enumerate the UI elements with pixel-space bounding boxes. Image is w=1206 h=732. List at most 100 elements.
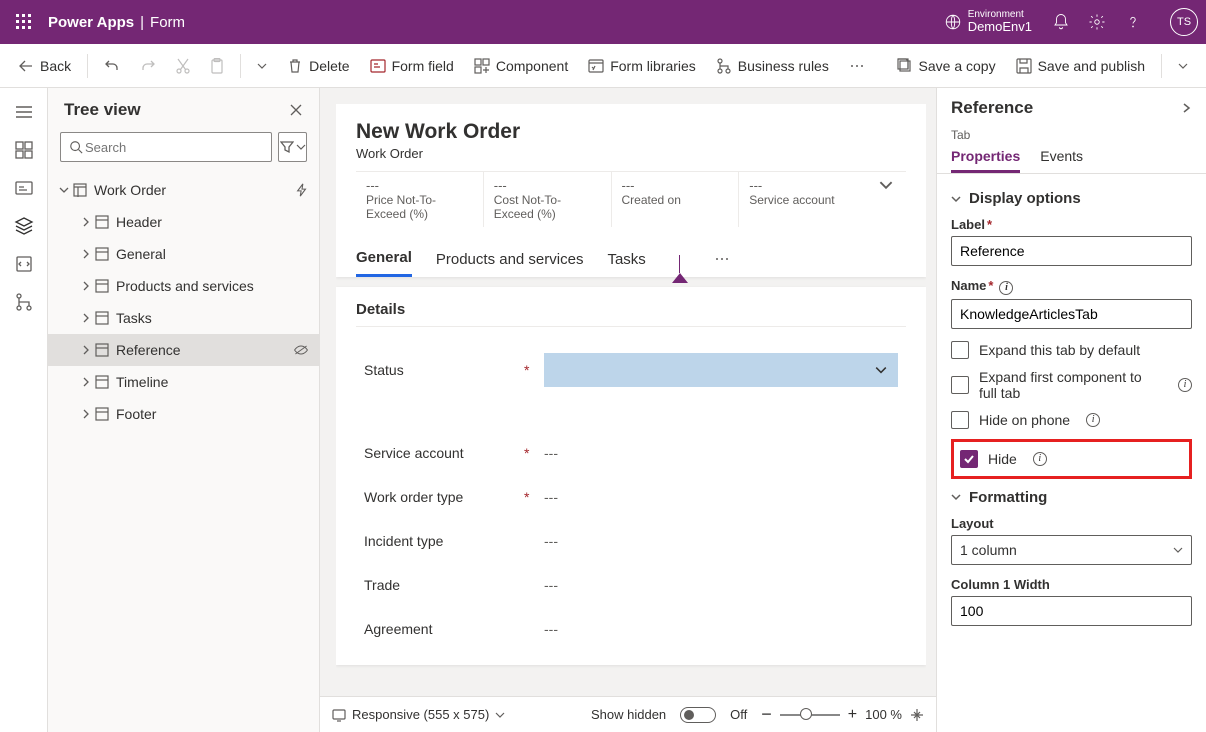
summary-cell[interactable]: ---Service account [738,172,866,227]
props-title: Reference [951,98,1033,118]
component-label: Component [496,58,568,74]
hide-checkbox[interactable]: Hidei [960,450,1183,468]
group-formatting[interactable]: Formatting [951,489,1192,506]
col-width-input[interactable] [951,596,1192,626]
info-icon[interactable]: i [1178,378,1192,392]
zoom-out-button[interactable]: − [761,704,772,725]
field-service-account[interactable]: Service account*--- [356,431,906,475]
save-copy-label: Save a copy [919,58,996,74]
canvas-tab-tasks[interactable]: Tasks [607,243,645,276]
paste-button[interactable] [202,54,232,78]
expand-full-checkbox[interactable]: Expand first component to full tabi [951,369,1192,401]
collapse-props-icon[interactable] [1180,102,1192,114]
tree-item-reference[interactable]: Reference [48,334,319,366]
tree-item-products-and-services[interactable]: Products and services [48,270,319,302]
responsive-dropdown[interactable]: Responsive (555 x 575) [332,707,505,722]
canvas-tab-general[interactable]: General [356,241,412,277]
help-icon[interactable] [1124,13,1142,31]
tree-item-label: Footer [116,406,156,422]
info-icon[interactable]: i [999,281,1013,295]
save-publish-button[interactable]: Save and publish [1008,54,1153,78]
filter-button[interactable] [278,132,307,162]
tree-item-tasks[interactable]: Tasks [48,302,319,334]
group-display-options[interactable]: Display options [951,190,1192,207]
rules-nav-icon[interactable] [14,292,34,312]
component-button[interactable]: Component [466,54,576,78]
section-icon [95,375,109,389]
settings-icon[interactable] [1088,13,1106,31]
environment-picker[interactable]: Environment DemoEnv1 [944,9,1032,34]
name-input[interactable] [951,299,1192,329]
tree-nav-icon[interactable] [14,216,34,236]
tree-item-label: Timeline [116,374,168,390]
hamburger-icon[interactable] [14,102,34,122]
expand-header-icon[interactable] [866,172,906,227]
overflow-1[interactable] [249,57,275,75]
chevron-down-icon [951,492,961,502]
delete-button[interactable]: Delete [279,54,357,78]
info-icon[interactable]: i [1033,452,1047,466]
section-icon [95,215,109,229]
form-field-nav-icon[interactable] [14,178,34,198]
chevron-down-icon [951,194,961,204]
section-title[interactable]: Details [356,301,906,327]
tree-item-footer[interactable]: Footer [48,398,319,430]
tree-root[interactable]: Work Order [48,174,319,206]
hide-phone-checkbox[interactable]: Hide on phonei [951,411,1192,429]
back-label: Back [40,58,71,74]
info-icon[interactable]: i [1086,413,1100,427]
field-trade[interactable]: Trade--- [356,563,906,607]
search-input[interactable] [60,132,272,162]
rules-label: Business rules [738,58,829,74]
components-nav-icon[interactable] [14,140,34,160]
fit-icon[interactable] [910,708,924,722]
more-tabs-button[interactable] [714,251,730,267]
form-icon [73,183,87,197]
tree-body: Work Order HeaderGeneral Products and ser… [48,170,319,732]
save-copy-button[interactable]: Save a copy [889,54,1004,78]
form-field-label: Form field [392,58,454,74]
search-icon [69,140,83,154]
layout-select[interactable]: 1 column [951,535,1192,565]
redo-button[interactable] [132,54,164,78]
zoom-slider[interactable] [780,714,840,716]
tab-events[interactable]: Events [1040,148,1083,173]
form-title: New Work Order [356,120,906,144]
field-work-order-type[interactable]: Work order type*--- [356,475,906,519]
show-hidden-toggle[interactable] [680,707,716,723]
user-avatar[interactable]: TS [1170,8,1198,36]
field-status[interactable]: Status* [356,333,906,401]
canvas-tab-products-and-services[interactable]: Products and services [436,243,584,276]
libraries-nav-icon[interactable] [14,254,34,274]
close-tree-icon[interactable] [289,103,303,117]
undo-button[interactable] [96,54,128,78]
cut-button[interactable] [168,54,198,78]
zoom-in-button[interactable]: + [848,706,857,724]
section-icon [95,279,109,293]
summary-cell[interactable]: ---Created on [611,172,739,227]
notifications-icon[interactable] [1052,13,1070,31]
layout-label: Layout [951,516,1192,531]
field-incident-type[interactable]: Incident type--- [356,519,906,563]
back-button[interactable]: Back [10,54,79,78]
insert-caret-icon [670,249,690,269]
tree-item-timeline[interactable]: Timeline [48,366,319,398]
section-icon [95,407,109,421]
business-rules-button[interactable]: Business rules [708,54,837,78]
publish-split[interactable] [1170,57,1196,75]
app-launcher-icon[interactable] [8,6,40,38]
form-libraries-button[interactable]: Form libraries [580,54,704,78]
overflow-button[interactable] [841,54,873,78]
tree-item-general[interactable]: General [48,238,319,270]
status-dropdown[interactable] [544,353,898,387]
tree-item-label: Products and services [116,278,254,294]
summary-cell[interactable]: ---Cost Not-To-Exceed (%) [483,172,611,227]
field-agreement[interactable]: Agreement--- [356,607,906,651]
expand-default-checkbox[interactable]: Expand this tab by default [951,341,1192,359]
summary-cell[interactable]: ---Price Not-To-Exceed (%) [356,172,483,227]
form-field-button[interactable]: Form field [362,54,462,78]
tab-properties[interactable]: Properties [951,148,1020,173]
lightning-icon[interactable] [295,183,309,197]
label-input[interactable] [951,236,1192,266]
tree-item-header[interactable]: Header [48,206,319,238]
